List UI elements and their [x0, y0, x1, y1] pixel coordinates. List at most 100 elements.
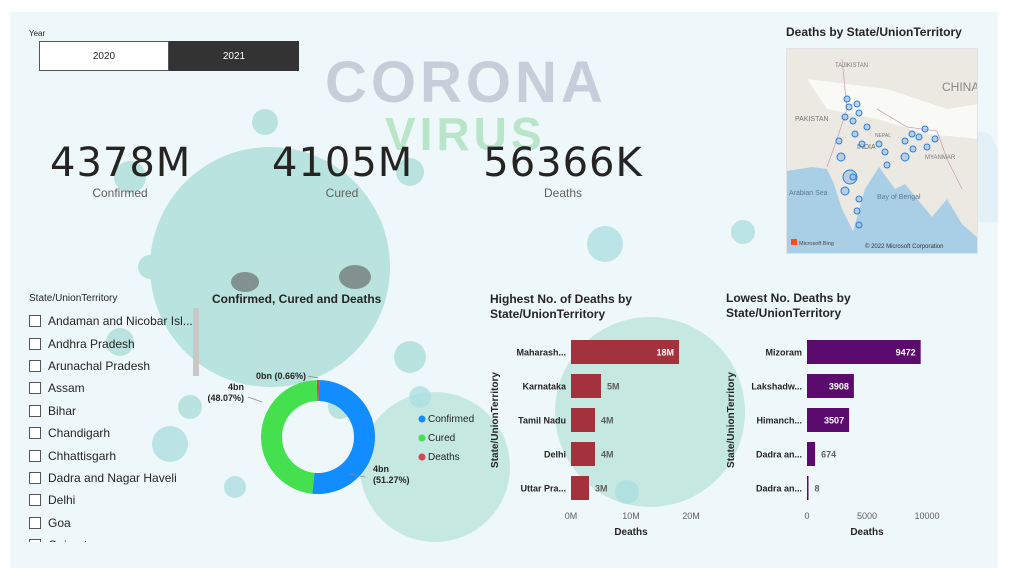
checkbox-icon[interactable] — [29, 449, 41, 462]
map-bubble — [841, 113, 849, 121]
map-bubble — [853, 207, 861, 215]
data-label: 4M — [601, 450, 614, 460]
state-slicer-item[interactable]: Assam — [29, 377, 197, 399]
donut-chart[interactable]: 4bn (51.27%) 4bn (48.07%) 0bn (0.66%) Confir… — [200, 342, 480, 532]
state-slicer-list[interactable]: Andaman and Nicobar Isl... Andhra Pradesh… — [29, 310, 197, 542]
checkbox-icon[interactable] — [29, 494, 41, 507]
map-label-myanmar: MYANMAR — [925, 155, 956, 161]
category-label: Dadra an... — [756, 484, 802, 494]
category-label: Dadra an... — [756, 450, 802, 460]
state-slicer-item-label: Dadra and Nagar Haveli — [48, 470, 177, 485]
state-slicer-item-label: Chhattisgarh — [48, 448, 117, 463]
data-label: 8 — [815, 484, 820, 494]
x-tick-label: 10000 — [914, 511, 939, 521]
map-label-pakistan: PAKISTAN — [795, 116, 829, 123]
state-slicer-item[interactable]: Andaman and Nicobar Isl... — [29, 310, 197, 332]
bar — [807, 442, 816, 466]
donut-data-label: 0bn (0.66%) — [256, 371, 306, 381]
donut-leader-line — [247, 396, 263, 403]
category-label: Karnataka — [522, 382, 567, 392]
checkbox-icon[interactable] — [29, 427, 41, 440]
checkbox-icon[interactable] — [29, 516, 41, 529]
legend-label-deaths: Deaths — [428, 452, 460, 463]
donut-data-label: 4bn (51.27%) — [373, 464, 410, 485]
checkbox-icon[interactable] — [29, 315, 41, 328]
state-slicer-item[interactable]: Dadra and Nagar Haveli — [29, 467, 197, 489]
checkbox-icon[interactable] — [29, 404, 41, 417]
checkbox-icon[interactable] — [29, 382, 41, 395]
state-slicer-item-label: Chandigarh — [48, 426, 111, 441]
state-slicer-item-label: Arunachal Pradesh — [48, 358, 151, 373]
kpi-deaths-label: Deaths — [543, 186, 583, 200]
map-bubble — [855, 195, 863, 203]
data-label: 3507 — [824, 416, 844, 426]
state-slicer-item[interactable]: Andhra Pradesh — [29, 332, 197, 354]
bing-logo-icon — [791, 239, 797, 245]
category-label: Maharash... — [516, 348, 566, 358]
bar — [571, 442, 595, 466]
state-slicer-item-label: Delhi — [48, 493, 76, 508]
legend-label-confirmed: Confirmed — [428, 414, 474, 425]
state-slicer-item-label: Andhra Pradesh — [48, 336, 135, 351]
state-slicer-item[interactable]: Goa — [29, 512, 197, 534]
donut-slice-cured — [261, 380, 318, 494]
kpi-cured-value: 4105M — [272, 140, 414, 186]
data-label: 674 — [821, 450, 836, 460]
x-tick-label: 20M — [682, 511, 700, 521]
map-attribution: © 2022 Microsoft Corporation — [865, 243, 943, 250]
map-bubble — [855, 109, 863, 117]
kpi-card-confirmed: 4378M Confirmed — [50, 140, 190, 200]
state-slicer-title: State/UnionTerritory — [29, 293, 118, 304]
state-slicer-item[interactable]: Chhattisgarh — [29, 444, 197, 466]
state-slicer-item[interactable]: Gujarat — [29, 534, 197, 542]
y-axis-title: State/UnionTerritory — [726, 372, 737, 468]
checkbox-icon[interactable] — [29, 359, 41, 372]
x-tick-label: 10M — [622, 511, 640, 521]
checkbox-icon[interactable] — [29, 471, 41, 484]
donut-data-label: 4bn (48.07%) — [207, 382, 244, 403]
state-slicer-item-label: Andaman and Nicobar Isl... — [48, 314, 193, 329]
map-svg: TAJIKISTAN PAKISTAN NEPAL INDIA CHINA MY… — [787, 49, 977, 253]
state-slicer-item[interactable]: Bihar — [29, 400, 197, 422]
map-bubble — [881, 148, 889, 156]
legend-marker-confirmed — [418, 415, 426, 423]
map-bubble — [883, 161, 891, 169]
map-bubble — [835, 137, 843, 145]
year-option-2021[interactable]: 2021 — [169, 41, 299, 71]
state-slicer-item[interactable]: Arunachal Pradesh — [29, 355, 197, 377]
data-label: 3908 — [829, 382, 849, 392]
highest-deaths-chart[interactable]: State/UnionTerritory Maharash... 18M Karnat… — [486, 332, 716, 558]
data-label: 3M — [595, 484, 608, 494]
x-axis-title: Deaths — [850, 527, 884, 538]
map-bubble — [858, 140, 866, 148]
state-slicer-item[interactable]: Chandigarh — [29, 422, 197, 444]
map-bubble — [931, 135, 939, 143]
data-label: 9472 — [896, 348, 916, 358]
map-bubble — [840, 186, 850, 196]
map-label-nepal: NEPAL — [875, 133, 891, 139]
highest-deaths-title: Highest No. of Deaths by State/UnionTerr… — [490, 292, 633, 321]
map-bubble — [921, 125, 929, 133]
state-slicer-item-label: Bihar — [48, 403, 77, 418]
map-title: Deaths by State/UnionTerritory — [786, 25, 962, 39]
category-label: Uttar Pra... — [520, 484, 566, 494]
category-label: Mizoram — [765, 348, 802, 358]
state-slicer-scrollbar[interactable] — [193, 308, 199, 376]
year-option-2020[interactable]: 2020 — [39, 41, 169, 71]
legend-marker-cured — [418, 434, 426, 442]
map-bubble — [851, 130, 859, 138]
deaths-map[interactable]: TAJIKISTAN PAKISTAN NEPAL INDIA CHINA MY… — [786, 48, 978, 254]
map-bubble — [900, 152, 910, 162]
bar — [571, 476, 589, 500]
checkbox-icon[interactable] — [29, 539, 41, 542]
background-word-corona: CORONA — [325, 50, 607, 115]
map-bubble — [845, 103, 853, 111]
x-tick-label: 5000 — [857, 511, 877, 521]
state-slicer-item[interactable]: Delhi — [29, 489, 197, 511]
lowest-deaths-chart[interactable]: State/UnionTerritory Mizoram 9472 Lakshadw.… — [722, 332, 952, 558]
map-bubble — [915, 133, 923, 141]
legend-marker-deaths — [418, 453, 426, 461]
category-label: Himanch... — [756, 416, 802, 426]
x-tick-label: 0 — [804, 511, 809, 521]
checkbox-icon[interactable] — [29, 337, 41, 350]
